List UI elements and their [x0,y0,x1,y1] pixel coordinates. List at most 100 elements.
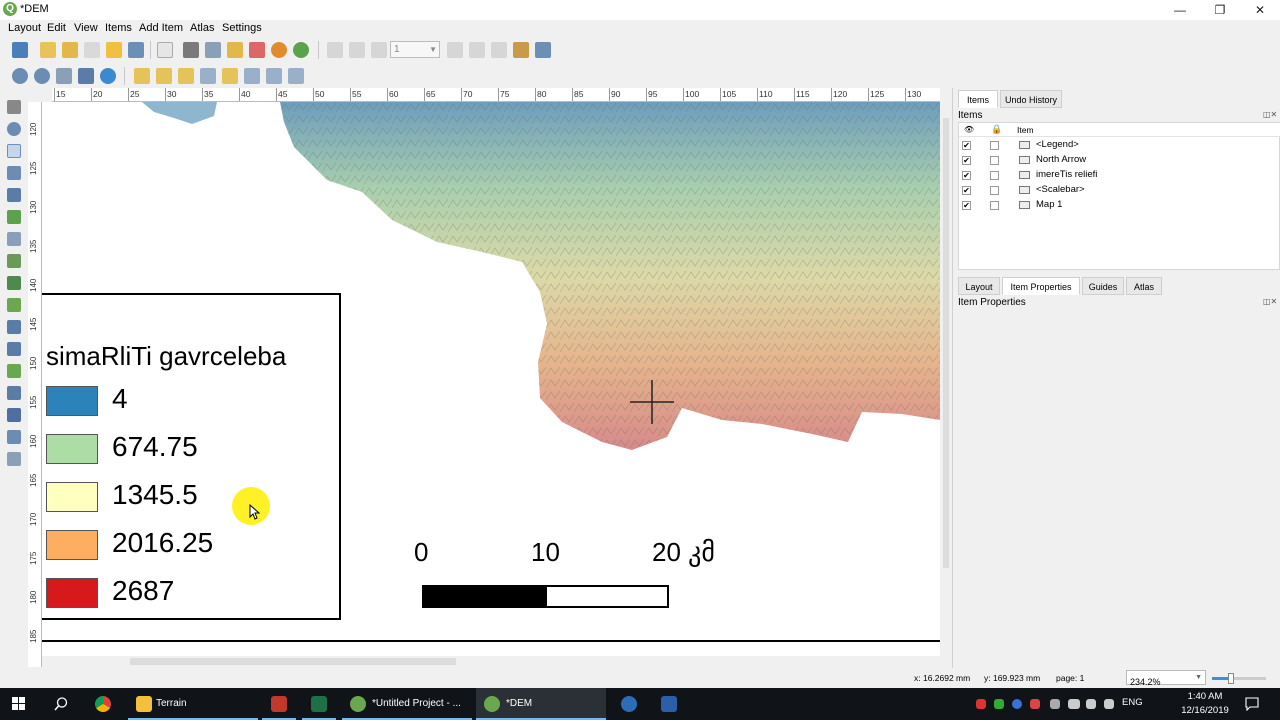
add-legend-icon[interactable] [7,298,21,312]
tray-app-icon[interactable] [1030,699,1040,709]
align-left-icon[interactable] [244,68,260,84]
menu-layout[interactable]: Layout [8,22,41,34]
first-feature-icon[interactable] [349,42,365,58]
menu-items[interactable]: Items [105,22,132,34]
menu-edit[interactable]: Edit [47,22,66,34]
battery-icon[interactable] [1068,699,1080,709]
minimize-button[interactable]: — [1160,0,1200,20]
taskbar-qgis-project[interactable]: *Untitled Project - ... [342,688,472,720]
lock-checkbox[interactable] [990,141,999,150]
zoom-slider[interactable] [1212,673,1266,684]
visibility-checkbox[interactable]: ✔ [962,171,971,180]
add-polyline-icon[interactable] [7,386,21,400]
list-item[interactable]: ✔ North Arrow [959,153,1280,167]
visibility-checkbox[interactable]: ✔ [962,186,971,195]
raise-item-icon[interactable] [134,68,150,84]
lock-checkbox[interactable] [990,186,999,195]
chevron-up-icon[interactable] [1050,699,1060,709]
save-icon[interactable] [12,42,28,58]
list-item[interactable]: ✔ <Legend> [959,138,1280,152]
clock[interactable]: 1:40 AM 12/16/2019 [1180,690,1230,718]
duplicate-layout-icon[interactable] [62,42,78,58]
tab-atlas[interactable]: Atlas [1126,277,1162,295]
last-feature-icon[interactable] [469,42,485,58]
save-template-icon[interactable] [128,42,144,58]
new-layout-icon[interactable] [40,42,56,58]
list-item[interactable]: ✔ imereTis reliefi [959,168,1280,182]
distribute-icon[interactable] [266,68,282,84]
add-nodes-icon[interactable] [7,408,21,422]
lower-item-icon[interactable] [156,68,172,84]
lock-items-icon[interactable] [222,68,238,84]
menu-view[interactable]: View [74,22,98,34]
refresh-icon[interactable] [100,68,116,84]
tab-undo-history[interactable]: Undo History [1000,90,1062,108]
dock-float-close-icon[interactable]: ◫✕ [1263,297,1277,306]
add-text-icon[interactable] [7,342,21,356]
add-html-icon[interactable] [7,430,21,444]
export-image-icon[interactable] [205,42,221,58]
taskbar-r-app[interactable] [652,688,686,720]
taskbar-qgis-alt[interactable] [612,688,646,720]
undo-icon[interactable] [271,42,287,58]
network-icon[interactable] [1086,699,1096,709]
atlas-page-select[interactable]: 1 ▼ [390,41,440,58]
zoom-in-icon[interactable] [12,68,28,84]
redo-icon[interactable] [293,42,309,58]
taskbar-excel[interactable] [302,688,336,720]
layout-manager-icon[interactable] [84,42,100,58]
volume-icon[interactable] [1104,699,1114,709]
tab-layout[interactable]: Layout [958,277,1000,295]
lock-checkbox[interactable] [990,156,999,165]
group-icon[interactable] [178,68,194,84]
print-icon[interactable] [183,42,199,58]
add-attribute-table-icon[interactable] [7,452,21,466]
atlas-print-icon[interactable] [491,42,507,58]
list-item[interactable]: ✔ <Scalebar> [959,183,1280,197]
zoom-full-icon[interactable] [78,68,94,84]
zoom-100-icon[interactable] [56,68,72,84]
vertical-scrollbar[interactable] [940,88,952,656]
close-button[interactable]: ✕ [1240,0,1280,20]
add-shape-icon[interactable] [7,364,21,378]
visibility-checkbox[interactable]: ✔ [962,201,971,210]
atlas-preview-icon[interactable] [327,42,343,58]
atlas-settings-icon[interactable] [535,42,551,58]
export-svg-icon[interactable] [227,42,243,58]
search-button[interactable] [44,688,78,720]
taskbar-file-explorer[interactable]: Terrain [128,688,258,720]
taskbar-qgis-dem[interactable]: *DEM [476,688,606,720]
atlas-export-icon[interactable] [513,42,529,58]
add-label-icon[interactable] [7,276,21,290]
tab-item-properties[interactable]: Item Properties [1002,277,1080,295]
legend-item[interactable]: simaRliTi gavrceleba 4 674.75 1345.5 201… [42,293,341,620]
horizontal-scrollbar[interactable] [42,656,940,667]
tab-guides[interactable]: Guides [1082,277,1124,295]
notifications-icon[interactable] [1245,697,1259,711]
zoom-select[interactable]: 234.2% ▼ [1126,670,1206,687]
visibility-checkbox[interactable]: ✔ [962,141,971,150]
add-picture-icon[interactable] [7,254,21,268]
ungroup-icon[interactable] [200,68,216,84]
bluetooth-icon[interactable] [1012,699,1022,709]
tray-app-icon[interactable] [976,699,986,709]
language-indicator[interactable]: ENG [1122,697,1143,708]
scalebar-item[interactable] [422,585,669,608]
menu-atlas[interactable]: Atlas [190,22,214,34]
tab-items[interactable]: Items [958,90,998,108]
export-pdf-icon[interactable] [249,42,265,58]
items-table[interactable]: 👁 🔒 Item ✔ <Legend> ✔ North Arrow ✔ imer… [958,122,1280,270]
taskbar-acrobat[interactable] [262,688,296,720]
resize-icon[interactable] [288,68,304,84]
visibility-checkbox[interactable]: ✔ [962,156,971,165]
add-3d-map-icon[interactable] [7,232,21,246]
maximize-button[interactable]: ❐ [1200,0,1240,20]
menu-add-item[interactable]: Add Item [139,22,183,34]
tray-app-icon[interactable] [994,699,1004,709]
start-button[interactable] [0,688,40,720]
taskbar-chrome[interactable] [86,688,120,720]
move-content-icon[interactable] [7,166,21,180]
lock-checkbox[interactable] [990,171,999,180]
dock-float-close-icon[interactable]: ◫✕ [1263,110,1277,119]
add-scalebar-icon[interactable] [7,320,21,334]
